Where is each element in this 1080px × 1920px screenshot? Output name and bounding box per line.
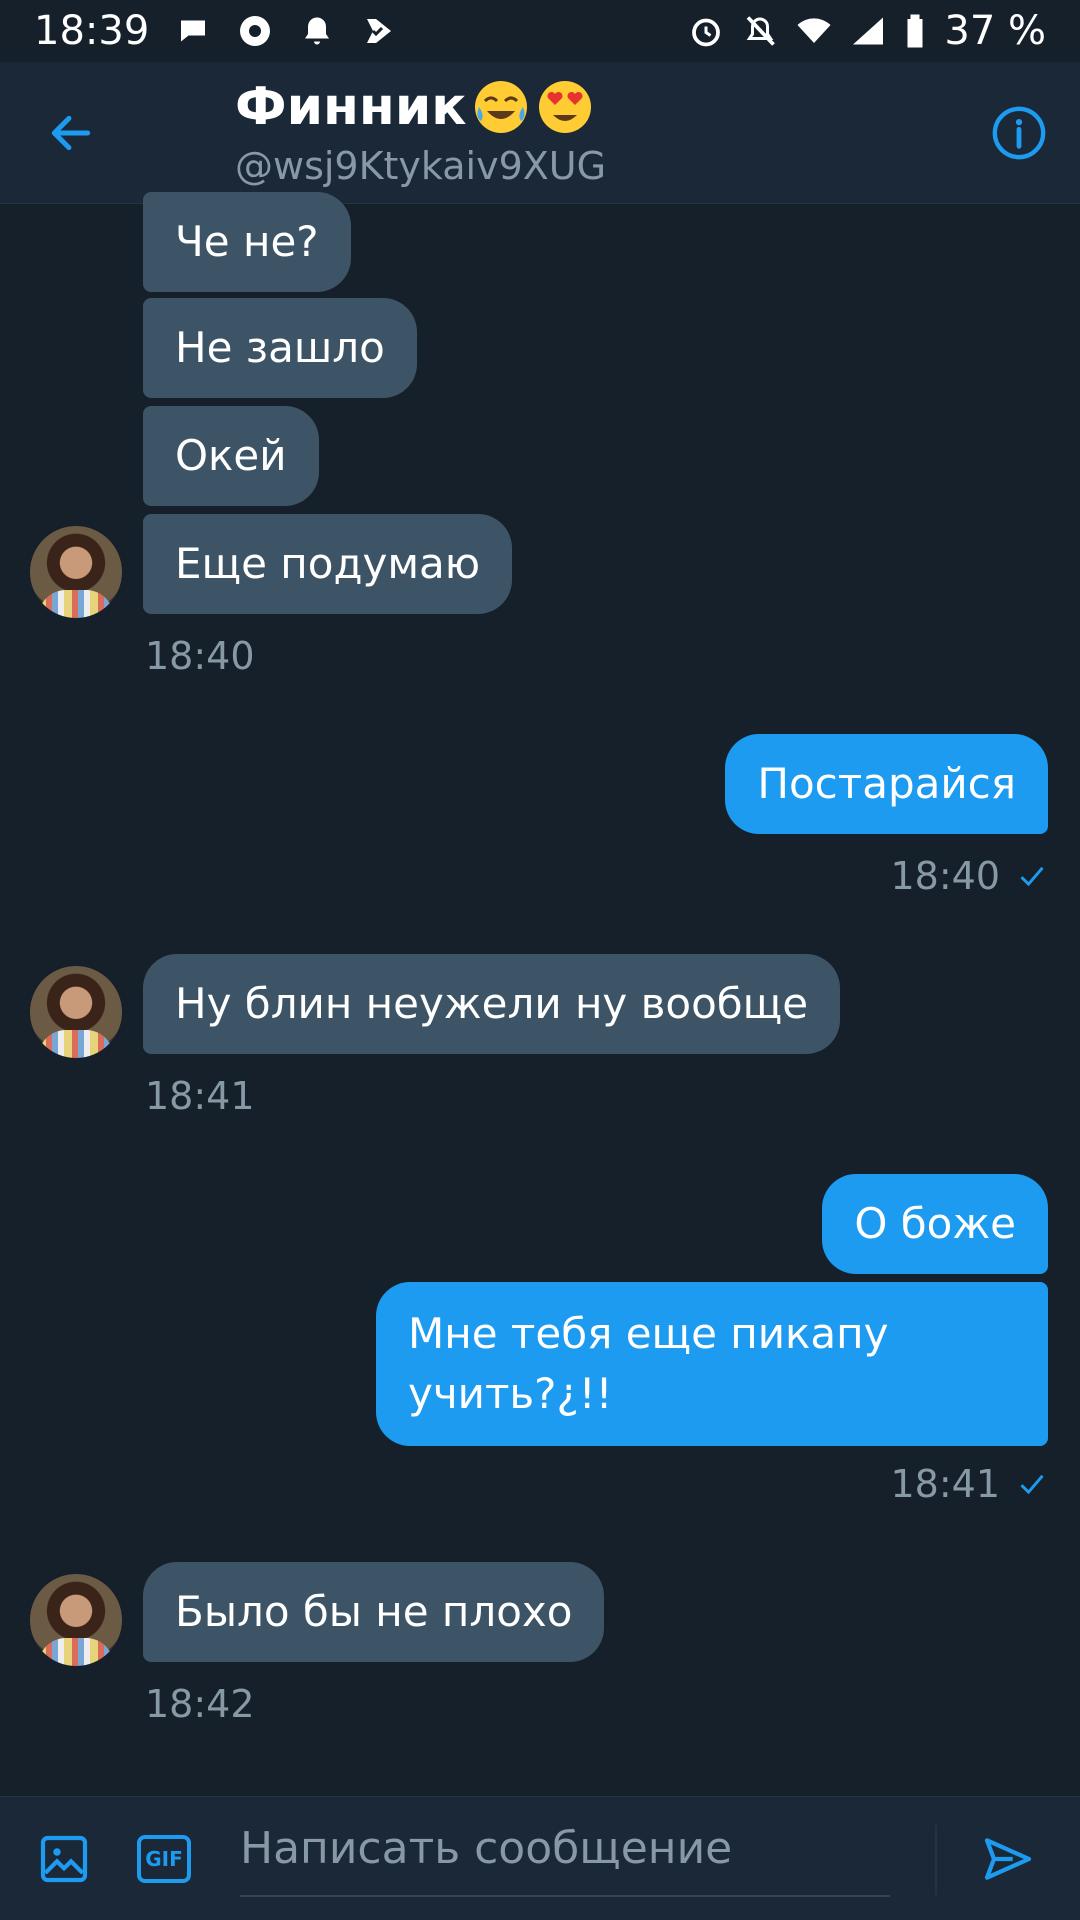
status-time: 18:39 bbox=[34, 8, 150, 54]
alarm-bell-icon bbox=[299, 13, 335, 49]
message-input-placeholder: Написать сообщение bbox=[240, 1823, 733, 1874]
conversation-header: Финник @wsj9Ktykaiv9XUG bbox=[0, 62, 1080, 204]
incoming-message[interactable]: Окей bbox=[143, 406, 319, 506]
incoming-message[interactable]: Было бы не плохо bbox=[143, 1562, 605, 1662]
chat-notification-icon bbox=[175, 13, 211, 49]
wifi-icon bbox=[796, 13, 832, 49]
info-button[interactable] bbox=[988, 102, 1050, 164]
info-icon bbox=[992, 106, 1046, 160]
image-icon bbox=[40, 1835, 88, 1883]
avatar[interactable] bbox=[30, 966, 122, 1058]
incoming-message[interactable]: Ну блин неужели ну вообще bbox=[143, 954, 841, 1054]
message-text: Не зашло bbox=[175, 323, 385, 372]
battery-icon bbox=[904, 13, 926, 49]
outgoing-message[interactable]: Мне тебя еще пикапу учить?¿!! bbox=[376, 1282, 1048, 1446]
outgoing-message[interactable]: О боже bbox=[822, 1174, 1048, 1274]
message-text: Было бы не плохо bbox=[175, 1587, 573, 1636]
conversation-title[interactable]: Финник @wsj9Ktykaiv9XUG bbox=[235, 76, 606, 188]
contact-name: Финник bbox=[235, 77, 467, 137]
composer-divider bbox=[935, 1825, 937, 1895]
media-button[interactable] bbox=[36, 1831, 92, 1887]
avatar[interactable] bbox=[30, 526, 122, 618]
message-timestamp: 18:40 bbox=[890, 854, 1046, 898]
incoming-message[interactable]: Че не? bbox=[143, 192, 351, 292]
battery-percent: 37 % bbox=[944, 8, 1046, 54]
message-text: Еще подумаю bbox=[175, 539, 481, 588]
incoming-message[interactable]: Еще подумаю bbox=[143, 514, 513, 614]
message-text: О боже bbox=[854, 1199, 1016, 1248]
sent-check-icon bbox=[1020, 866, 1044, 887]
alarm-clock-icon bbox=[688, 13, 724, 49]
message-text: Че не? bbox=[175, 217, 319, 266]
gif-label: GIF bbox=[145, 1847, 183, 1871]
message-timestamp: 18:40 bbox=[145, 634, 255, 678]
message-text: Мне тебя еще пикапу учить?¿!! bbox=[408, 1309, 889, 1418]
send-icon bbox=[984, 1838, 1032, 1880]
message-composer: GIF Написать сообщение bbox=[0, 1796, 1080, 1920]
timestamp-text: 18:41 bbox=[890, 1462, 1000, 1506]
back-arrow-icon bbox=[51, 115, 91, 151]
task-check-icon bbox=[361, 13, 397, 49]
back-button[interactable] bbox=[40, 102, 102, 164]
chrome-icon bbox=[237, 13, 273, 49]
contact-handle: @wsj9Ktykaiv9XUG bbox=[235, 144, 607, 188]
timestamp-text: 18:40 bbox=[890, 854, 1000, 898]
incoming-message[interactable]: Не зашло bbox=[143, 298, 417, 398]
avatar[interactable] bbox=[30, 1574, 122, 1666]
message-list[interactable]: Че не? Не зашло Окей Еще подумаю 18:40 П… bbox=[0, 192, 1080, 1796]
heart-eyes-emoji-icon bbox=[535, 77, 595, 137]
message-text: Постарайся bbox=[757, 759, 1016, 808]
message-text: Окей bbox=[175, 431, 287, 480]
sent-check-icon bbox=[1020, 1474, 1044, 1495]
message-timestamp: 18:41 bbox=[890, 1462, 1046, 1506]
status-bar: 18:39 37 % bbox=[0, 0, 1080, 62]
message-text: Ну блин неужели ну вообще bbox=[175, 979, 809, 1028]
message-input[interactable]: Написать сообщение bbox=[240, 1819, 890, 1897]
cellular-signal-icon bbox=[850, 13, 886, 49]
outgoing-message[interactable]: Постарайся bbox=[725, 734, 1048, 834]
message-timestamp: 18:41 bbox=[145, 1074, 255, 1118]
gif-button[interactable]: GIF bbox=[136, 1831, 192, 1887]
message-timestamp: 18:42 bbox=[145, 1682, 255, 1726]
joy-emoji-icon bbox=[471, 77, 531, 137]
notifications-off-icon bbox=[742, 13, 778, 49]
send-button[interactable] bbox=[980, 1831, 1036, 1887]
